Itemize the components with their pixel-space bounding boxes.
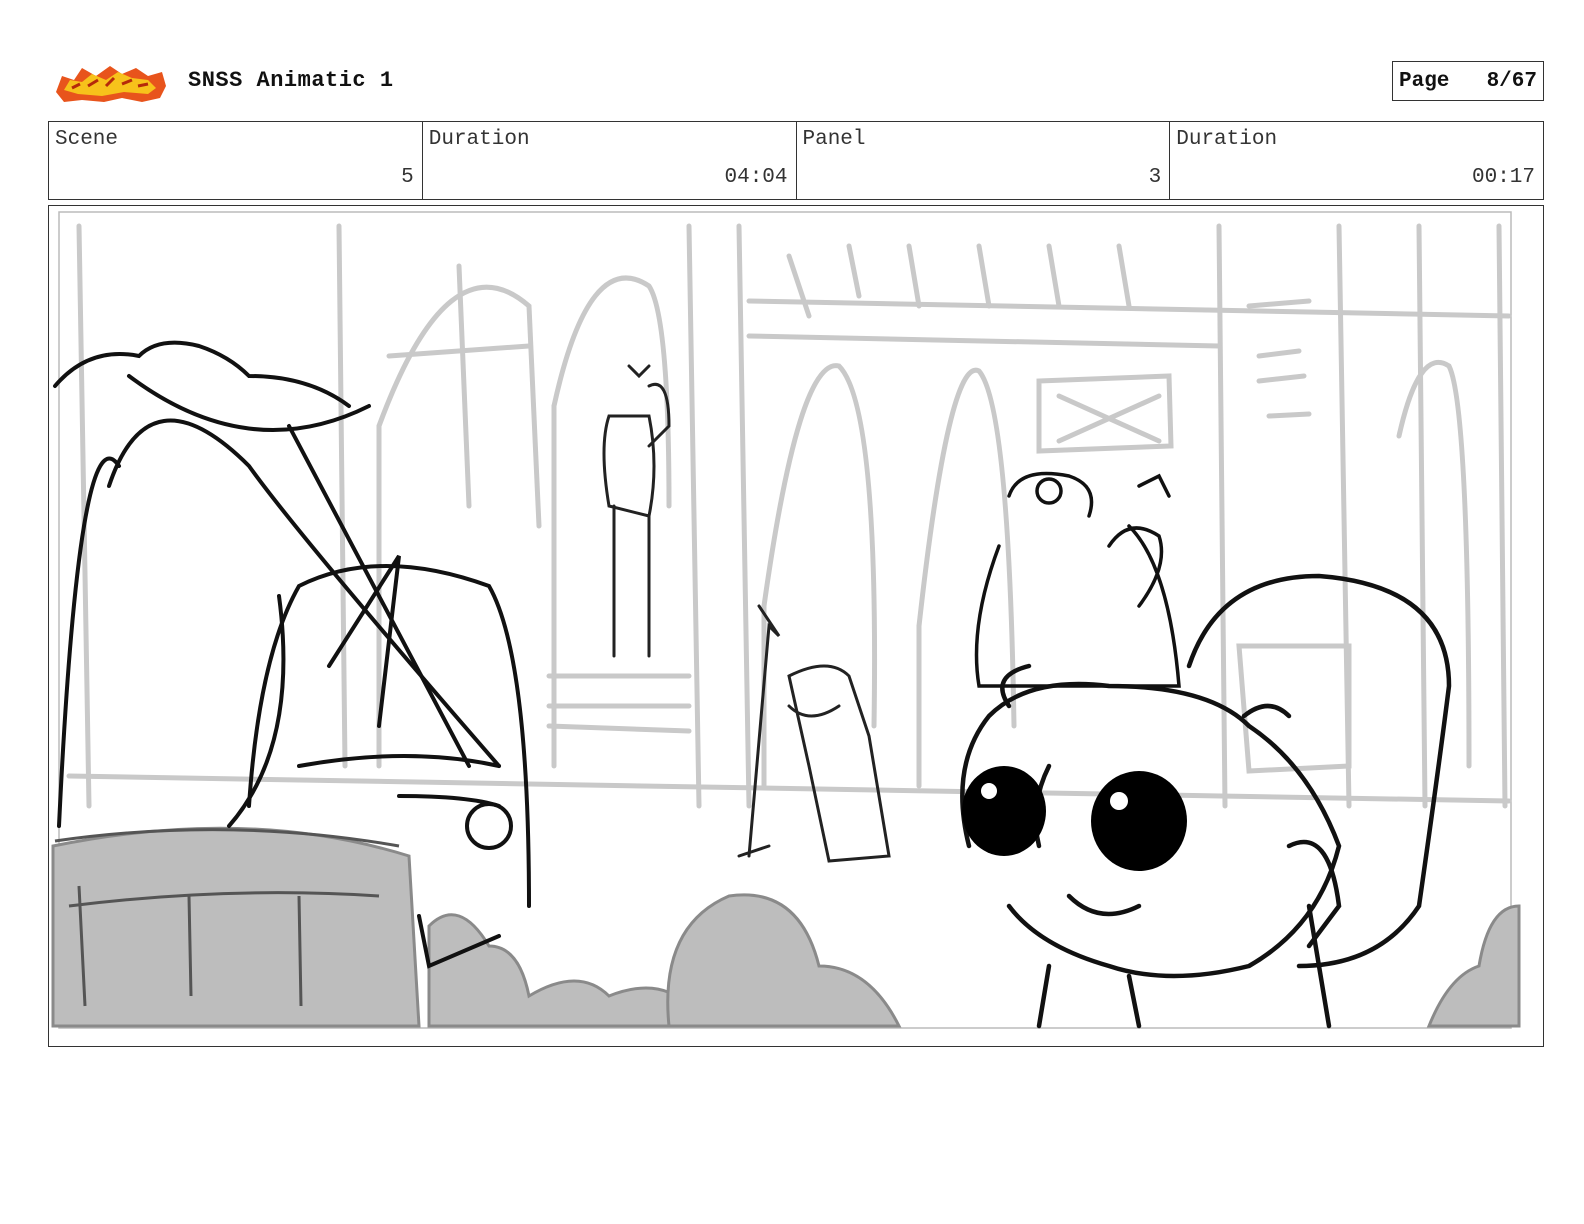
panel-label: Panel	[802, 128, 866, 151]
scene-duration-value: 04:04	[724, 166, 788, 189]
panel-value: 3	[1148, 166, 1162, 189]
page-number: 8/67	[1486, 69, 1537, 93]
scene-duration-label: Duration	[428, 128, 530, 151]
panel-duration-label: Duration	[1176, 128, 1278, 151]
panel-cell: Panel 3	[797, 122, 1171, 199]
document-title: SNSS Animatic 1	[188, 68, 394, 93]
storyboard-panel	[48, 205, 1544, 1047]
panel-duration-cell: Duration 00:17	[1170, 122, 1543, 199]
background-figure-waving	[602, 364, 671, 658]
page-label: Page	[1399, 69, 1450, 93]
scene-label: Scene	[55, 128, 119, 151]
page-header: SNSS Animatic 1 Page 8/67	[48, 58, 1544, 106]
scene-duration-cell: Duration 04:04	[423, 122, 797, 199]
scene-cell: Scene 5	[49, 122, 423, 199]
scene-info-table: Scene 5 Duration 04:04 Panel 3 Duration …	[48, 121, 1544, 200]
scene-value: 5	[401, 166, 414, 189]
page-indicator: Page 8/67	[1392, 61, 1544, 101]
squirrel-eyes	[962, 766, 1187, 871]
panel-duration-value: 00:17	[1471, 166, 1535, 189]
storyboard-sketch	[51, 211, 1521, 1029]
show-logo	[56, 66, 166, 102]
